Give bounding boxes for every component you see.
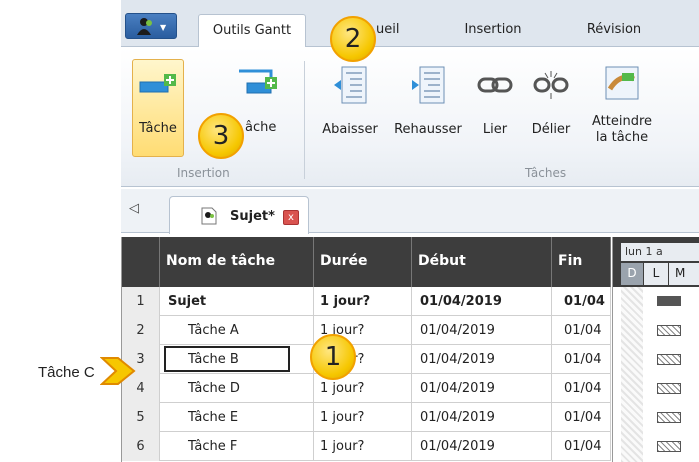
task-bar[interactable] xyxy=(657,383,681,394)
duration-cell[interactable]: 1 jour? xyxy=(314,432,412,461)
end-cell[interactable]: 01/04 xyxy=(552,403,611,432)
start-cell[interactable]: 01/04/2019 xyxy=(412,345,552,374)
timescale-day-m: M xyxy=(669,263,699,285)
timescale-week-label: lun 1 a xyxy=(621,243,699,261)
header-task-name[interactable]: Nom de tâche xyxy=(160,237,314,287)
weekend-shading xyxy=(621,287,643,462)
tab-outils-gantt[interactable]: Outils Gantt xyxy=(198,14,306,47)
start-cell[interactable]: 01/04/2019 xyxy=(412,287,552,316)
insert-task-button[interactable]: Tâche xyxy=(132,59,184,157)
document-tab-sujet[interactable]: Sujet* x xyxy=(169,196,309,234)
duration-cell[interactable]: 1 jour? xyxy=(314,287,412,316)
callout-badge-1: 1 xyxy=(310,334,356,380)
end-cell[interactable]: 01/04 xyxy=(552,374,611,403)
scroll-to-task-icon xyxy=(605,66,639,100)
end-cell[interactable]: 01/04 xyxy=(552,432,611,461)
rehausser-label: Rehausser xyxy=(394,122,462,137)
ribbon-tab-bar: ▼ Outils Gantt ueil Insertion Révision xyxy=(121,0,699,47)
outdent-icon xyxy=(334,66,367,104)
summary-task-bar[interactable] xyxy=(657,296,681,306)
dropdown-arrow-icon: ▼ xyxy=(160,23,167,32)
annotation-label: Tâche C xyxy=(38,364,95,381)
row-number: 5 xyxy=(122,403,160,432)
lier-button[interactable]: Lier xyxy=(474,59,516,157)
end-cell[interactable]: 01/04 xyxy=(552,287,611,316)
task-name-cell[interactable]: Tâche A xyxy=(160,316,314,345)
task-name-text: Tâche B xyxy=(188,352,239,367)
gantt-chart-pane: lun 1 a D L M xyxy=(612,237,699,462)
header-rownum xyxy=(122,237,160,287)
table-header: Nom de tâche Durée Début Fin xyxy=(122,237,611,287)
table-row[interactable]: 2 Tâche A 1 jour? 01/04/2019 01/04 xyxy=(122,316,611,345)
header-duration[interactable]: Durée xyxy=(314,237,412,287)
rehausser-button[interactable]: Rehausser xyxy=(389,59,467,157)
task-name-cell[interactable]: Sujet xyxy=(160,287,314,316)
delier-button[interactable]: Délier xyxy=(526,59,576,157)
task-name-cell-editing[interactable]: Tâche B xyxy=(160,345,314,374)
table-row[interactable]: 3 Tâche B 1 jour? 01/04/2019 01/04 xyxy=(122,345,611,374)
application-menu-button[interactable]: ▼ xyxy=(125,13,177,39)
timescale-day-l: L xyxy=(644,263,668,285)
table-row[interactable]: 4 Tâche D 1 jour? 01/04/2019 01/04 xyxy=(122,374,611,403)
start-cell[interactable]: 01/04/2019 xyxy=(412,374,552,403)
atteindre-tache-button[interactable]: Atteindre la tâche xyxy=(581,59,663,159)
header-start[interactable]: Début xyxy=(412,237,552,287)
abaisser-button[interactable]: Abaisser xyxy=(314,59,386,157)
insert-subtask-icon xyxy=(239,69,277,94)
insertion-group-label: Insertion xyxy=(177,166,230,180)
group-separator xyxy=(304,61,305,179)
unlink-icon xyxy=(533,71,569,99)
link-icon xyxy=(477,77,513,93)
row-number: 2 xyxy=(122,316,160,345)
lier-label: Lier xyxy=(482,122,508,137)
task-name-cell[interactable]: Tâche F xyxy=(160,432,314,461)
start-cell[interactable]: 01/04/2019 xyxy=(412,316,552,345)
insert-task-icon xyxy=(139,74,176,93)
duration-cell[interactable]: 1 jour? xyxy=(314,403,412,432)
scroll-left-icon[interactable]: ◁ xyxy=(129,201,139,216)
task-bar[interactable] xyxy=(657,354,681,365)
tab-revision[interactable]: Révision xyxy=(574,14,654,47)
table-row[interactable]: 6 Tâche F 1 jour? 01/04/2019 01/04 xyxy=(122,432,611,461)
taches-group-label: Tâches xyxy=(525,166,567,180)
row-number: 6 xyxy=(122,432,160,461)
callout-badge-2: 2 xyxy=(330,16,376,62)
row-number: 1 xyxy=(122,287,160,316)
start-cell[interactable]: 01/04/2019 xyxy=(412,432,552,461)
task-bar[interactable] xyxy=(657,441,681,452)
chevron-right-icon xyxy=(100,357,136,385)
timescale-day-d: D xyxy=(621,263,643,285)
document-icon xyxy=(201,207,217,225)
header-end[interactable]: Fin xyxy=(552,237,611,287)
document-tab-title: Sujet* xyxy=(230,209,275,224)
task-bar[interactable] xyxy=(657,325,681,336)
task-name-cell[interactable]: Tâche E xyxy=(160,403,314,432)
callout-badge-3: 3 xyxy=(198,113,244,159)
insert-task-label: Tâche xyxy=(139,121,177,136)
end-cell[interactable]: 01/04 xyxy=(552,316,611,345)
tab-insertion[interactable]: Insertion xyxy=(453,14,533,47)
tab-accueil[interactable]: ueil xyxy=(376,14,428,47)
app-logo-icon xyxy=(137,18,152,35)
table-row[interactable]: 1 Sujet 1 jour? 01/04/2019 01/04 xyxy=(122,287,611,316)
task-table: Nom de tâche Durée Début Fin 1 Sujet 1 j… xyxy=(121,237,611,462)
table-row[interactable]: 5 Tâche E 1 jour? 01/04/2019 01/04 xyxy=(122,403,611,432)
indent-icon xyxy=(412,66,445,104)
close-tab-icon[interactable]: x xyxy=(283,210,299,225)
abaisser-label: Abaisser xyxy=(322,122,378,137)
gantt-timescale: lun 1 a D L M xyxy=(613,237,699,287)
atteindre-label-line2: la tâche xyxy=(595,130,649,145)
task-bar[interactable] xyxy=(657,412,681,423)
task-name-cell[interactable]: Tâche D xyxy=(160,374,314,403)
document-tab-bar: ◁ Sujet* x xyxy=(121,189,699,234)
start-cell[interactable]: 01/04/2019 xyxy=(412,403,552,432)
atteindre-label-line1: Atteindre xyxy=(591,114,653,129)
end-cell[interactable]: 01/04 xyxy=(552,345,611,374)
delier-label: Délier xyxy=(531,122,571,137)
